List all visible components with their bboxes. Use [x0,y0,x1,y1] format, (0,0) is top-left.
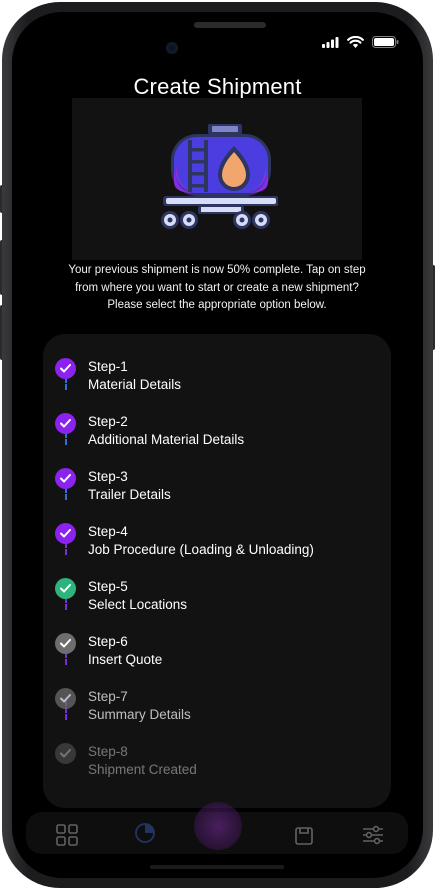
status-bar [322,36,399,48]
step-label: Material Details [88,377,182,392]
step-number: Step-8 [88,744,128,759]
battery-icon [372,36,399,48]
step-item[interactable]: Step-8 Shipment Created [43,743,391,783]
step-label: Job Procedure (Loading & Unloading) [88,542,314,557]
step-number: Step-1 [88,359,128,374]
check-icon [55,688,76,709]
step-number: Step-5 [88,579,128,594]
step-number: Step-6 [88,634,128,649]
speaker [194,22,266,28]
wifi-icon [347,36,364,48]
status-description: Your previous shipment is now 50% comple… [68,264,366,311]
step-item[interactable]: Step-5 Select Locations [43,578,391,618]
step-number: Step-4 [88,524,128,539]
page-title: Create Shipment [133,74,302,99]
step-number: Step-2 [88,414,128,429]
check-icon [55,413,76,434]
step-number: Step-3 [88,469,128,484]
front-camera [166,42,178,54]
filters-icon[interactable] [362,824,384,846]
check-icon [55,743,76,764]
shipments-icon[interactable] [134,822,156,844]
step-label: Insert Quote [88,652,163,667]
check-icon [55,358,76,379]
hero-banner [72,98,362,260]
step-label: Shipment Created [88,762,197,777]
dashboard-icon[interactable] [56,824,78,846]
tanker-truck-icon [161,124,278,229]
step-label: Select Locations [88,597,188,612]
step-item[interactable]: Step-1 Material Details [43,358,391,398]
home-indicator[interactable] [150,865,284,869]
step-label: Trailer Details [88,487,171,502]
fab-button[interactable] [194,802,242,850]
step-item[interactable]: Step-7 Summary Details [43,688,391,728]
check-icon [55,578,76,599]
step-item[interactable]: Step-3 Trailer Details [43,468,391,508]
step-item[interactable]: Step-4 Job Procedure (Loading & Unloadin… [43,523,391,563]
step-item[interactable]: Step-2 Additional Material Details [43,413,391,453]
phone-screen: Create Shipment Your previous shipment i… [12,12,423,878]
check-icon [55,633,76,654]
check-icon [55,523,76,544]
box-icon[interactable] [294,824,314,846]
signal-icon [322,36,339,48]
check-icon [55,468,76,489]
step-label: Summary Details [88,707,191,722]
step-number: Step-7 [88,689,128,704]
steps-card: Step-1 Material Details Step-2 Additiona… [43,334,391,808]
step-item[interactable]: Step-6 Insert Quote [43,633,391,673]
step-label: Additional Material Details [88,432,245,447]
